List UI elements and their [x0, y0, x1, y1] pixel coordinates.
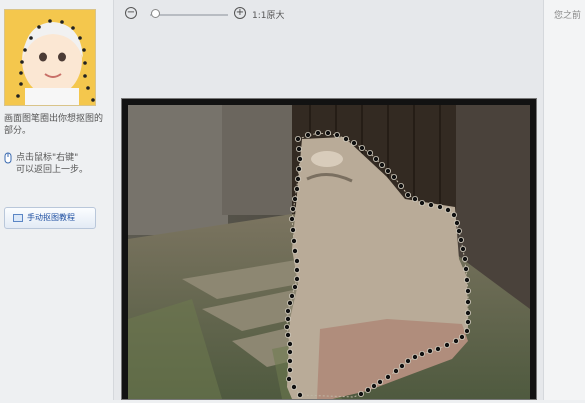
right-click-tip: 点击鼠标"右键" 可以返回上一步。: [4, 152, 108, 176]
manual-cutout-tutorial-label: 手动抠图教程: [27, 213, 75, 222]
zoom-slider-handle[interactable]: [151, 9, 160, 18]
left-panel: 画面图笔圈出你想抠图的 部分。 点击鼠标"右键" 可以返回上一步。 手动抠图教程: [0, 0, 113, 400]
actual-size-button[interactable]: 1:1原大: [252, 8, 285, 21]
right-click-tip-line-1: 点击鼠标"右键": [16, 153, 79, 163]
tutorial-icon: [13, 214, 23, 222]
right-click-tip-line-2: 可以返回上一步。: [16, 165, 89, 175]
lasso-help-text: 画面图笔圈出你想抠图的 部分。: [4, 113, 104, 137]
lasso-help-line-2: 部分。: [4, 126, 32, 136]
example-thumbnail: [4, 9, 96, 106]
zoom-in-icon[interactable]: +: [234, 7, 246, 19]
right-panel-text: 您之前: [554, 11, 582, 21]
lion-photo-canvas[interactable]: [122, 99, 536, 399]
lasso-help-line-1: 画面图笔圈出你想抠图的: [4, 114, 104, 124]
zoom-out-icon[interactable]: −: [125, 7, 137, 19]
editor-panel: − + 1:1原大: [114, 0, 543, 400]
zoom-slider-track[interactable]: [150, 14, 228, 16]
manual-cutout-tutorial-button[interactable]: 手动抠图教程: [4, 207, 96, 229]
image-canvas[interactable]: [121, 98, 537, 400]
mouse-icon: [4, 152, 12, 164]
baby-thumbnail-image: [5, 10, 95, 105]
right-panel: 您之前: [544, 0, 585, 400]
zoom-toolbar: − + 1:1原大: [114, 0, 543, 30]
